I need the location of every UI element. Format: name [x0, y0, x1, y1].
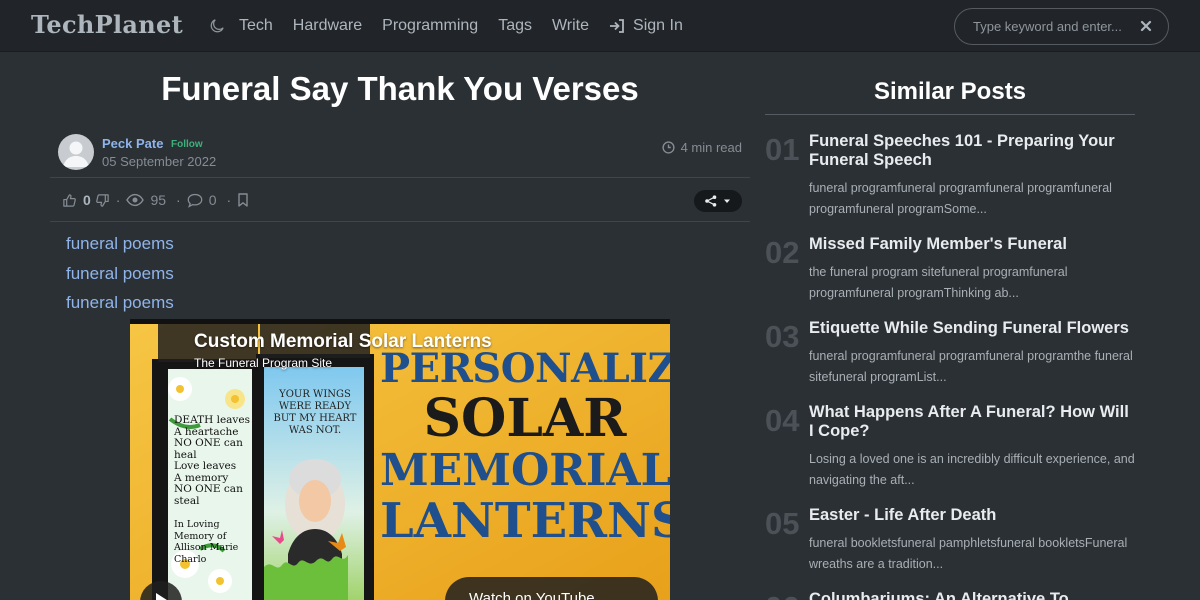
sign-in-link[interactable]: Sign In [609, 17, 683, 35]
tag-link[interactable]: funeral poems [66, 264, 174, 294]
nav-link-write[interactable]: Write [552, 17, 589, 35]
thumbs-down-icon[interactable] [95, 193, 110, 208]
post-number: 05 [765, 506, 800, 541]
search-box [954, 8, 1169, 45]
follow-button[interactable]: Follow [171, 139, 203, 150]
video-headline: PERSONALIZED SOLAR MEMORIAL LANTERNS [380, 345, 670, 549]
read-time: 4 min read [661, 140, 742, 155]
user-icon [63, 141, 89, 167]
post-number: 06 [765, 590, 799, 600]
post-date: 05 September 2022 [102, 154, 217, 169]
nav-link-tags[interactable]: Tags [498, 17, 532, 35]
post-excerpt: funeral programfuneral programfuneral pr… [809, 349, 1133, 384]
nav-link-hardware[interactable]: Hardware [293, 17, 362, 35]
post-title-link[interactable]: Missed Family Member's Funeral [809, 235, 1135, 254]
divider [50, 221, 750, 222]
play-icon [156, 593, 167, 600]
read-time-label: 4 min read [680, 140, 742, 155]
post-stats: 0 · 95 · 0 · [62, 190, 249, 210]
caret-down-icon [724, 199, 730, 203]
navbar: TechPlanet Tech Hardware Programming Tag… [0, 0, 1200, 52]
close-icon[interactable] [1138, 18, 1154, 34]
post-title-link[interactable]: Columbariums: An Alternative To [809, 590, 1135, 600]
clock-icon [661, 141, 675, 154]
post-number: 04 [765, 403, 800, 438]
post-excerpt: Losing a loved one is an incredibly diff… [809, 452, 1135, 487]
separator: · [176, 192, 181, 208]
play-button[interactable] [140, 581, 182, 600]
video-channel[interactable]: The Funeral Program Site [194, 356, 332, 370]
post-title-link[interactable]: What Happens After A Funeral? How Will I… [809, 403, 1135, 441]
share-button[interactable] [694, 190, 742, 212]
eye-icon [126, 193, 145, 207]
share-icon [705, 195, 717, 207]
comment-count: 0 [208, 192, 217, 208]
tag-list: funeral poems funeral poems funeral poem… [66, 234, 174, 323]
video-title[interactable]: Custom Memorial Solar Lanterns [194, 331, 492, 353]
post-title-link[interactable]: Funeral Speeches 101 - Preparing Your Fu… [809, 132, 1135, 170]
lantern-right-text: YOUR WINGS WERE READY BUT MY HEART WAS N… [273, 389, 357, 436]
author-name[interactable]: Peck Pate [102, 136, 163, 151]
brand-logo[interactable]: TechPlanet [31, 10, 183, 39]
similar-posts-heading: Similar Posts [873, 78, 1027, 105]
avatar[interactable] [58, 134, 94, 170]
post-number: 01 [765, 132, 800, 167]
post-title-link[interactable]: Etiquette While Sending Funeral Flowers [809, 319, 1135, 338]
separator: · [226, 192, 232, 208]
post-number: 02 [765, 235, 800, 270]
post-title-link[interactable]: Easter - Life After Death [809, 506, 1135, 525]
post-excerpt: funeral bookletsfuneral pamphletsfuneral… [809, 536, 1128, 571]
nav-links: Tech Hardware Programming Tags Write Sig… [210, 0, 703, 52]
post-title: Funeral Say Thank You Verses [161, 70, 639, 107]
watch-on-youtube-button[interactable]: Watch on YouTube [445, 577, 658, 600]
sign-in-icon [610, 19, 624, 33]
moon-icon[interactable] [210, 19, 224, 33]
like-count: 0 [83, 192, 91, 208]
divider [50, 177, 750, 178]
post-excerpt: the funeral program sitefuneral programf… [809, 265, 1068, 300]
nav-link-programming[interactable]: Programming [382, 17, 478, 35]
separator: · [115, 192, 121, 208]
lantern-left-text: DEATH leaves A heartache NO ONE can heal… [174, 414, 250, 565]
search-input[interactable] [973, 9, 1133, 44]
tag-link[interactable]: funeral poems [66, 234, 174, 264]
video-embed[interactable]: DEATH leaves A heartache NO ONE can heal… [130, 319, 670, 600]
bookmark-icon[interactable] [237, 193, 249, 207]
sign-in-label: Sign In [633, 17, 683, 34]
view-count: 95 [150, 192, 167, 208]
nav-link-tech[interactable]: Tech [239, 17, 273, 35]
thumbs-up-icon[interactable] [62, 193, 77, 208]
post-number: 03 [765, 319, 800, 354]
post-excerpt: funeral programfuneral programfuneral pr… [809, 181, 1112, 216]
divider [765, 114, 1135, 115]
comment-icon[interactable] [187, 193, 203, 208]
